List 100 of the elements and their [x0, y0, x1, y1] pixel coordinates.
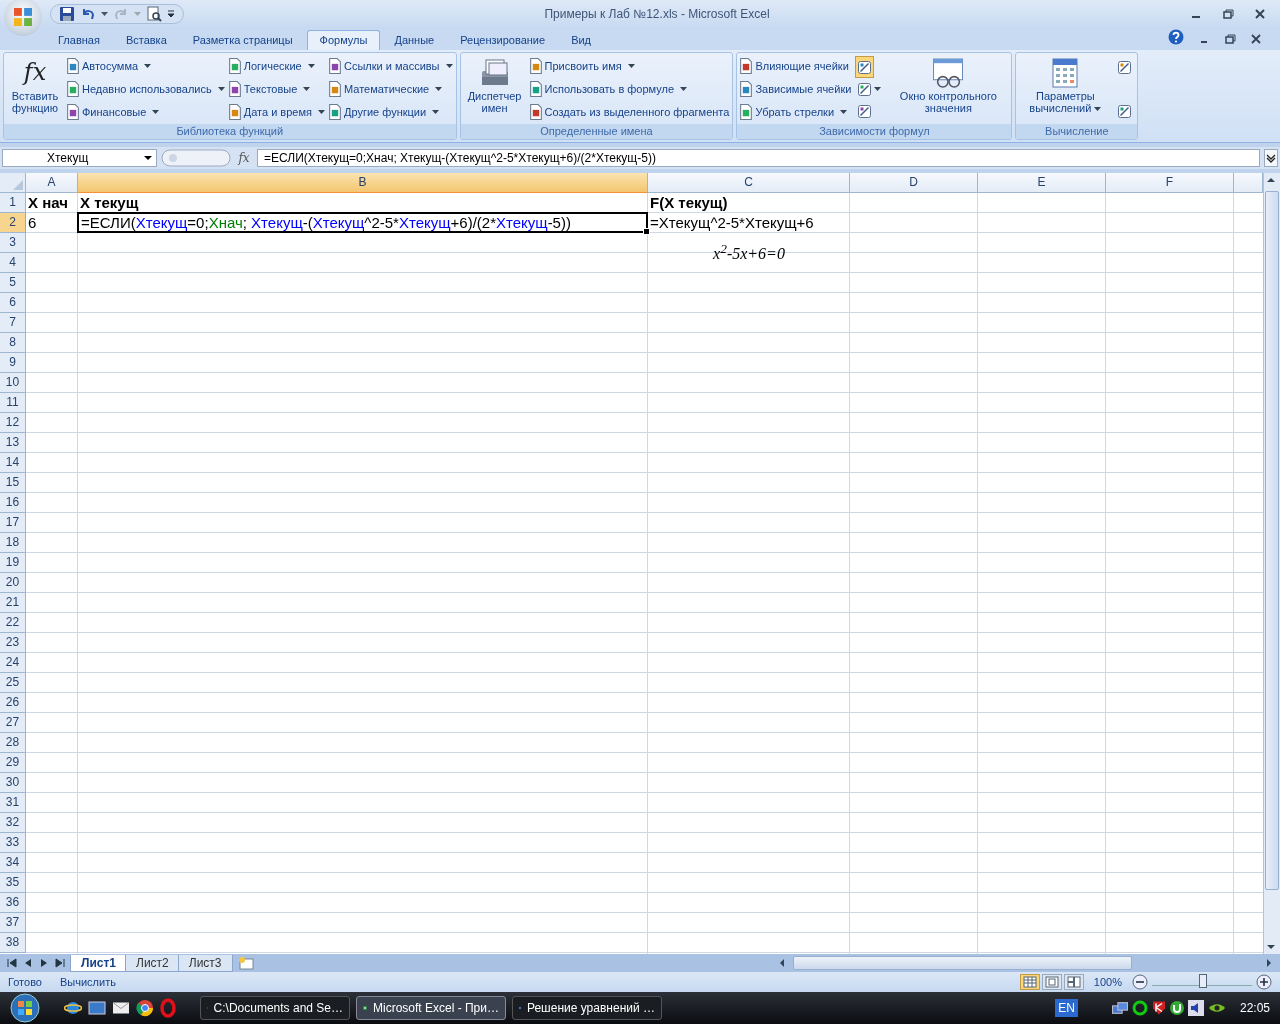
column-header[interactable]: D: [850, 173, 978, 193]
scroll-thumb[interactable]: [1265, 191, 1279, 890]
ring-icon[interactable]: [160, 998, 176, 1018]
row-header[interactable]: 37: [0, 913, 26, 933]
row-header[interactable]: 38: [0, 933, 26, 953]
row-header[interactable]: 18: [0, 533, 26, 553]
row-header[interactable]: 30: [0, 773, 26, 793]
column-header[interactable]: C: [648, 173, 850, 193]
sheet-tab[interactable]: Лист3: [177, 954, 233, 972]
office-button[interactable]: [4, 0, 42, 36]
ribbon-tab[interactable]: Вставка: [113, 31, 179, 50]
zoom-in-icon[interactable]: [1256, 974, 1272, 990]
ribbon-button[interactable]: Текстовые: [228, 79, 325, 99]
row-header[interactable]: 27: [0, 713, 26, 733]
restore-icon[interactable]: [1222, 8, 1234, 20]
ribbon-button[interactable]: Недавно использовались: [67, 79, 225, 99]
zoom-level[interactable]: 100%: [1093, 976, 1122, 988]
column-header[interactable]: A: [26, 173, 78, 193]
sheet-tab[interactable]: Лист1: [70, 954, 128, 972]
row-header[interactable]: 4: [0, 253, 26, 273]
view-button[interactable]: [1019, 974, 1040, 990]
ribbon-button[interactable]: Дата и время: [228, 102, 325, 122]
row-header[interactable]: 3: [0, 233, 26, 253]
row-header[interactable]: 1: [0, 193, 26, 213]
formula-field[interactable]: =ЕСЛИ(Хтекущ=0;Хнач; Хтекущ-(Хтекущ^2-5*Хтекущ+6)/(2*Хтекущ-5)): [257, 149, 1260, 167]
row-header[interactable]: 32: [0, 813, 26, 833]
row-header[interactable]: 22: [0, 613, 26, 633]
ribbon-button[interactable]: Использовать в формуле: [529, 79, 730, 99]
row-header[interactable]: 17: [0, 513, 26, 533]
name-box[interactable]: Хтекущ: [2, 149, 157, 167]
shield-icon[interactable]: [1151, 1001, 1166, 1015]
ribbon-button[interactable]: Ссылки и массивы: [328, 56, 453, 76]
row-header[interactable]: 9: [0, 353, 26, 373]
large-ribbon-button[interactable]: Окно контрольного значения: [888, 56, 1009, 124]
ribbon-button[interactable]: Убрать стрелки: [740, 102, 852, 122]
save-icon[interactable]: [59, 6, 75, 22]
row-header[interactable]: 36: [0, 893, 26, 913]
ribbon-button[interactable]: Автосумма: [67, 56, 225, 76]
icon-button[interactable]: [855, 56, 875, 78]
ribbon-button[interactable]: Создать из выделенного фрагмента: [529, 102, 730, 122]
ribbon-button[interactable]: Влияющие ячейки: [740, 56, 852, 76]
row-header[interactable]: 21: [0, 593, 26, 613]
zoom-slider[interactable]: [1152, 971, 1252, 986]
row-header[interactable]: 13: [0, 433, 26, 453]
taskbar-button[interactable]: C:\Documents and Se…: [200, 996, 350, 1020]
large-ribbon-button[interactable]: fx Вставить функцию: [7, 56, 63, 124]
help-icon[interactable]: [1168, 29, 1184, 45]
row-header[interactable]: 25: [0, 673, 26, 693]
row-header[interactable]: 33: [0, 833, 26, 853]
speaker-icon[interactable]: [1187, 1000, 1204, 1016]
restore-icon[interactable]: [1224, 33, 1236, 45]
row-header[interactable]: 20: [0, 573, 26, 593]
row-header[interactable]: 28: [0, 733, 26, 753]
ribbon-button[interactable]: Финансовые: [67, 102, 225, 122]
start-button[interactable]: [10, 993, 40, 1023]
taskbar-button[interactable]: Решение уравнений …: [512, 996, 662, 1020]
row-header[interactable]: 12: [0, 413, 26, 433]
ribbon-tab[interactable]: Главная: [46, 31, 112, 50]
column-header[interactable]: F: [1106, 173, 1234, 193]
ribbon-button[interactable]: Другие функции: [328, 102, 453, 122]
ribbon-button[interactable]: Математические: [328, 79, 453, 99]
scroll-thumb[interactable]: [792, 956, 1132, 970]
row-header[interactable]: 19: [0, 553, 26, 573]
row-header[interactable]: 34: [0, 853, 26, 873]
row-header[interactable]: 35: [0, 873, 26, 893]
view-button[interactable]: [1041, 974, 1062, 990]
formula-cell[interactable]: =ЕСЛИ(Хтекущ=0;Хнач; Хтекущ-(Хтекущ^2-5*Хтекущ+6)/(2*Хтекущ-5)): [77, 212, 648, 233]
eye-icon[interactable]: [1207, 1003, 1226, 1013]
close-icon[interactable]: [1250, 33, 1262, 45]
row-header[interactable]: 7: [0, 313, 26, 333]
large-ribbon-button[interactable]: Параметры вычислений: [1019, 56, 1112, 124]
ribbon-tab[interactable]: Рецензирование: [448, 31, 558, 50]
ribbon-button[interactable]: Зависимые ячейки: [740, 79, 852, 99]
print-preview-icon[interactable]: [146, 6, 162, 22]
view-button[interactable]: [1063, 974, 1084, 990]
zoom-out-icon[interactable]: [1132, 974, 1148, 990]
first-sheet-icon[interactable]: [6, 957, 18, 969]
ribbon-tab[interactable]: Вид: [559, 31, 604, 50]
sheet-tab[interactable]: Лист2: [125, 954, 180, 972]
insert-function-button[interactable]: fx: [235, 151, 253, 165]
row-header[interactable]: 23: [0, 633, 26, 653]
circle-icon[interactable]: [1169, 1001, 1184, 1015]
computers-icon[interactable]: [1111, 1002, 1128, 1014]
column-header[interactable]: B: [78, 173, 648, 193]
large-ribbon-button[interactable]: Диспетчер имен: [463, 56, 526, 124]
last-sheet-icon[interactable]: [54, 957, 66, 969]
ring-icon[interactable]: [1131, 1000, 1148, 1016]
row-header[interactable]: 11: [0, 393, 26, 413]
row-header[interactable]: 2: [0, 213, 26, 233]
row-header[interactable]: 26: [0, 693, 26, 713]
language-indicator[interactable]: EN: [1055, 999, 1078, 1017]
row-header[interactable]: 31: [0, 793, 26, 813]
row-header[interactable]: 10: [0, 373, 26, 393]
taskbar-button[interactable]: Microsoft Excel - При…: [356, 996, 506, 1020]
ribbon-button[interactable]: Присвоить имя: [529, 56, 730, 76]
ribbon-button[interactable]: Логические: [228, 56, 325, 76]
slider-thumb[interactable]: [1199, 973, 1207, 988]
row-header[interactable]: 6: [0, 293, 26, 313]
expand-icon[interactable]: [1264, 149, 1278, 167]
row-header[interactable]: 5: [0, 273, 26, 293]
